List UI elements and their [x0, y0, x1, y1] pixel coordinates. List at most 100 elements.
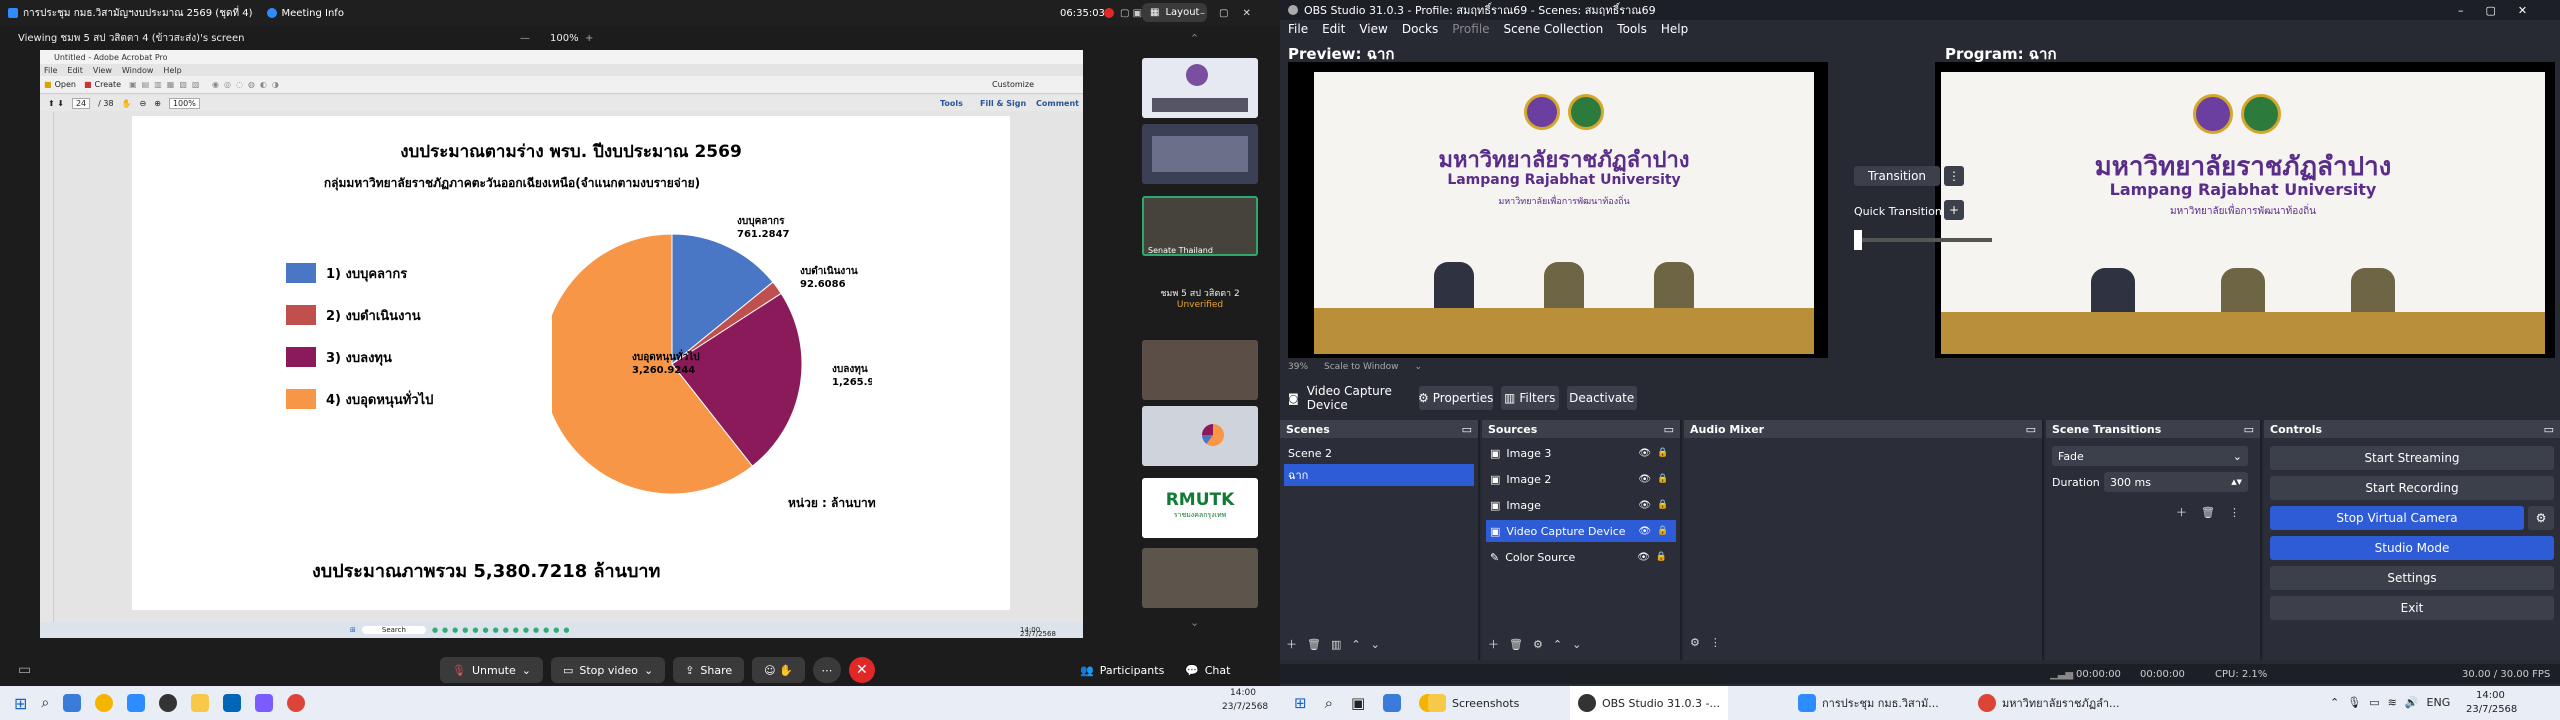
- hand-icon[interactable]: ✋: [122, 99, 132, 108]
- source-item[interactable]: ✎ Color Source 👁 🔒: [1486, 546, 1676, 568]
- move-down-icon[interactable]: ⌄: [1371, 638, 1380, 651]
- transition-button[interactable]: Transition: [1854, 166, 1940, 186]
- lock-icon[interactable]: 🔒: [1657, 500, 1668, 510]
- tbar-slider[interactable]: [1854, 238, 1992, 242]
- participant-thumb-3[interactable]: Senate Thailand: [1142, 196, 1258, 256]
- menu-view[interactable]: View: [93, 66, 112, 75]
- acrobat-sidepanel[interactable]: [40, 112, 54, 622]
- windows-start-icon[interactable]: ⊞: [1294, 694, 1307, 712]
- taskbar-browser[interactable]: มหาวิทยาลัยราชภัฏลำ...: [1970, 686, 2128, 720]
- obs-menu-view[interactable]: View: [1359, 22, 1387, 36]
- participant-thumb-8[interactable]: [1142, 548, 1258, 608]
- edge-icon[interactable]: [63, 694, 82, 712]
- store-icon[interactable]: [223, 694, 242, 712]
- zoom-out-button[interactable]: —: [520, 33, 530, 44]
- chat-button[interactable]: 💬 Chat: [1185, 664, 1230, 677]
- exit-button[interactable]: Exit: [2270, 596, 2554, 620]
- eye-icon[interactable]: 👁: [1638, 474, 1651, 485]
- virtual-camera-settings-button[interactable]: ⚙: [2528, 506, 2554, 530]
- undock-icon[interactable]: ▭: [2544, 423, 2554, 436]
- pdf-zoom-input[interactable]: 100%: [168, 97, 200, 109]
- share-button[interactable]: ⇪ Share: [673, 657, 745, 683]
- preview-area[interactable]: มหาวิทยาลัยราชภัฏลำปาง Lampang Rajabhat …: [1288, 62, 1828, 358]
- obs-menu-scene-collection[interactable]: Scene Collection: [1504, 22, 1604, 36]
- edge-icon[interactable]: [1383, 694, 1402, 712]
- participant-thumb-1[interactable]: [1142, 58, 1258, 118]
- lock-icon[interactable]: 🔒: [1657, 474, 1668, 484]
- obs-menu-help[interactable]: Help: [1661, 22, 1688, 36]
- move-up-icon[interactable]: ⌃: [1351, 638, 1360, 651]
- windows-start-icon[interactable]: ⊞: [14, 694, 27, 713]
- customize-button[interactable]: Customize: [992, 80, 1034, 89]
- trash-icon[interactable]: 🗑: [1509, 638, 1523, 651]
- zoom-plus[interactable]: ⊕: [154, 99, 161, 108]
- explorer-icon[interactable]: [191, 694, 210, 712]
- stop-virtual-camera-button[interactable]: Stop Virtual Camera: [2270, 506, 2524, 530]
- source-item[interactable]: ▣ Image 2 👁 🔒: [1486, 468, 1676, 490]
- search-icon[interactable]: ⌕: [1325, 694, 1333, 712]
- studio-mode-button[interactable]: Studio Mode: [2270, 536, 2554, 560]
- meeting-tab[interactable]: การประชุม กมธ.วิสามัญฯงบประมาณ 2569 (ชุด…: [8, 6, 253, 21]
- menu-file[interactable]: File: [44, 66, 57, 75]
- window-controls[interactable]: –▢✕: [1200, 8, 1265, 19]
- gear-icon[interactable]: ⚙: [1690, 636, 1700, 649]
- browser-icon[interactable]: [287, 694, 306, 712]
- taskbar-obs[interactable]: OBS Studio 31.0.3 -...: [1570, 686, 1728, 720]
- stop-video-button[interactable]: ▭ Stop video ⌄: [550, 657, 666, 683]
- undock-icon[interactable]: ▭: [1462, 423, 1472, 436]
- scale-label[interactable]: Scale to Window: [1324, 362, 1398, 372]
- page-input[interactable]: 24: [71, 97, 91, 109]
- participants-button[interactable]: 👥 Participants: [1080, 664, 1164, 677]
- mic-icon[interactable]: 🎙: [2347, 696, 2361, 709]
- leave-button[interactable]: ✕: [848, 657, 875, 683]
- nav-icons[interactable]: ⬆ ⬇: [48, 99, 64, 108]
- volume-icon[interactable]: 🔊: [2405, 696, 2419, 709]
- add-quick-transition-button[interactable]: +: [1944, 200, 1964, 220]
- participant-thumb-6[interactable]: [1142, 406, 1258, 466]
- obs-window-controls[interactable]: –▢✕: [2458, 4, 2549, 17]
- participant-thumb-4[interactable]: ชมพ 5 สป วสิตตา 2 Unverified: [1142, 272, 1258, 332]
- obs-icon[interactable]: [159, 694, 178, 712]
- participant-thumb-5[interactable]: [1142, 340, 1258, 400]
- eye-icon[interactable]: 👁: [1638, 526, 1651, 537]
- start-icon[interactable]: ⊞: [350, 626, 356, 634]
- taskbar-screenshots[interactable]: Screenshots: [1420, 686, 1527, 720]
- taskbar-zoom[interactable]: การประชุม กมธ.วิสามั...: [1790, 686, 1947, 720]
- trash-icon[interactable]: 🗑: [2201, 506, 2215, 519]
- tools-tab[interactable]: Tools: [940, 99, 963, 108]
- source-item[interactable]: ▣ Image 👁 🔒: [1486, 494, 1676, 516]
- undock-icon[interactable]: ▭: [1664, 423, 1674, 436]
- meeting-info-tab[interactable]: Meeting Info: [266, 8, 344, 19]
- window-icons[interactable]: ▢ ▣: [1120, 8, 1142, 19]
- lock-icon[interactable]: 🔒: [1657, 448, 1668, 458]
- more-button[interactable]: ⋯: [812, 657, 841, 683]
- settings-button[interactable]: Settings: [2270, 566, 2554, 590]
- eye-icon[interactable]: 👁: [1638, 448, 1651, 459]
- scene-item[interactable]: Scene 2: [1280, 442, 1478, 464]
- shared-search[interactable]: Search: [361, 626, 426, 634]
- wifi-icon[interactable]: ≋: [2388, 696, 2397, 709]
- menu-window[interactable]: Window: [122, 66, 154, 75]
- lock-icon[interactable]: 🔒: [1656, 552, 1667, 562]
- move-down-icon[interactable]: ⌄: [1572, 638, 1581, 651]
- more-vertical-icon[interactable]: ⋮: [2229, 506, 2240, 519]
- filters-button[interactable]: ▥ Filters: [1500, 386, 1559, 410]
- obs-menu-file[interactable]: File: [1288, 22, 1308, 36]
- add-icon[interactable]: ＋: [2176, 504, 2187, 520]
- captions-icon[interactable]: ▭: [18, 662, 31, 678]
- source-item[interactable]: ▣ Video Capture Device 👁 🔒: [1486, 520, 1676, 542]
- start-recording-button[interactable]: Start Recording: [2270, 476, 2554, 500]
- add-icon[interactable]: ＋: [1286, 636, 1297, 652]
- deactivate-button[interactable]: Deactivate: [1566, 386, 1637, 410]
- fillsign-tab[interactable]: Fill & Sign: [980, 99, 1026, 108]
- layout-button[interactable]: ▦ Layout: [1142, 3, 1208, 22]
- scroll-up-icon[interactable]: ⌃: [1190, 32, 1199, 45]
- unmute-button[interactable]: 🎙 Unmute ⌄: [440, 657, 543, 683]
- move-up-icon[interactable]: ⌃: [1553, 638, 1562, 651]
- open-button[interactable]: ■ Open: [44, 80, 76, 89]
- battery-icon[interactable]: ▭: [2369, 696, 2379, 709]
- chevron-up-icon[interactable]: ⌃: [2330, 696, 2339, 709]
- app-icon[interactable]: [255, 694, 274, 712]
- obs-menu-tools[interactable]: Tools: [1617, 22, 1647, 36]
- reactions-button[interactable]: ☺ ✋: [752, 657, 805, 683]
